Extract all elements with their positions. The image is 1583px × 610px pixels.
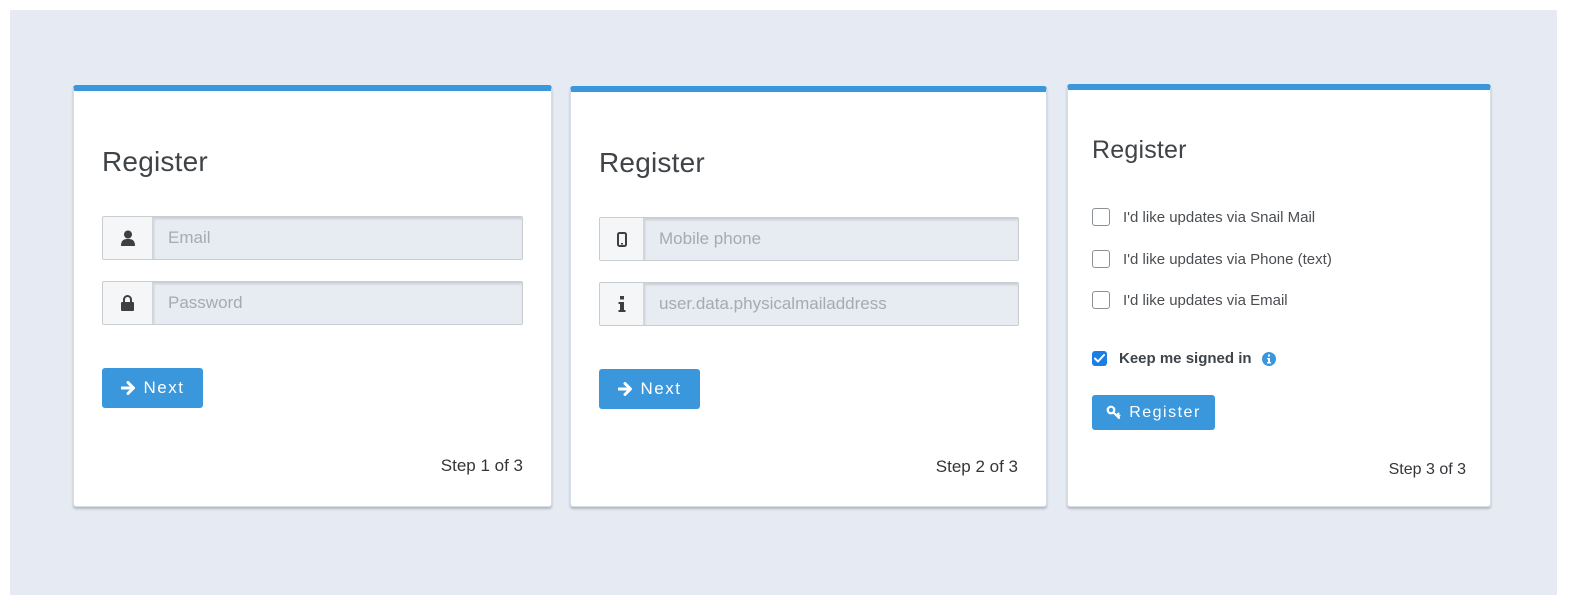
card-title: Register — [1092, 136, 1187, 164]
email-checkbox[interactable] — [1092, 291, 1110, 309]
checkbox-label: I'd like updates via Phone (text) — [1123, 250, 1332, 268]
step-indicator: Step 3 of 3 — [1388, 461, 1466, 478]
next-button-label: Next — [143, 378, 185, 397]
info-icon — [600, 283, 644, 325]
phone-updates-option[interactable]: I'd like updates via Phone (text) — [1092, 250, 1332, 268]
snail-mail-checkbox[interactable] — [1092, 208, 1110, 226]
register-button[interactable]: Register — [1092, 395, 1215, 430]
phone-text-checkbox[interactable] — [1092, 250, 1110, 268]
step-indicator: Step 2 of 3 — [935, 457, 1018, 476]
email-input[interactable] — [153, 217, 522, 259]
next-button[interactable]: Next — [102, 368, 203, 408]
checkbox-label: I'd like updates via Snail Mail — [1123, 208, 1316, 226]
snail-mail-updates-option[interactable]: I'd like updates via Snail Mail — [1092, 208, 1315, 226]
mobile-phone-icon — [600, 218, 644, 260]
step-indicator: Step 1 of 3 — [440, 456, 523, 475]
next-button-label: Next — [640, 379, 682, 398]
keep-signed-in-checkbox[interactable] — [1092, 351, 1107, 366]
password-input-group — [102, 281, 523, 325]
arrow-right-icon — [617, 382, 632, 396]
arrow-right-icon — [120, 381, 135, 395]
checkmark-icon — [1094, 354, 1105, 363]
page-background: Register Next Step 1 of 3 Register — [10, 10, 1557, 595]
register-button-label: Register — [1129, 403, 1201, 421]
mobile-phone-input[interactable] — [644, 218, 1018, 260]
email-updates-option[interactable]: I'd like updates via Email — [1092, 291, 1288, 309]
mail-address-input-group — [599, 282, 1019, 326]
mail-address-input[interactable] — [644, 283, 1018, 325]
lock-icon — [103, 282, 153, 324]
card-title: Register — [102, 146, 208, 177]
key-icon — [1106, 405, 1121, 419]
keep-signed-in-option[interactable]: Keep me signed in — [1092, 350, 1276, 367]
user-icon — [103, 217, 153, 259]
info-circle-icon[interactable] — [1261, 351, 1276, 366]
register-card-step-2: Register Next Step 2 of 3 — [570, 86, 1047, 507]
register-card-step-1: Register Next Step 1 of 3 — [73, 85, 552, 507]
mobile-phone-input-group — [599, 217, 1019, 261]
card-title: Register — [599, 147, 705, 178]
next-button[interactable]: Next — [599, 369, 700, 409]
keep-signed-in-label: Keep me signed in — [1119, 350, 1252, 367]
register-card-step-3: Register I'd like updates via Snail Mail… — [1067, 84, 1491, 507]
checkbox-label: I'd like updates via Email — [1123, 291, 1288, 309]
password-input[interactable] — [153, 282, 522, 324]
email-input-group — [102, 216, 523, 260]
